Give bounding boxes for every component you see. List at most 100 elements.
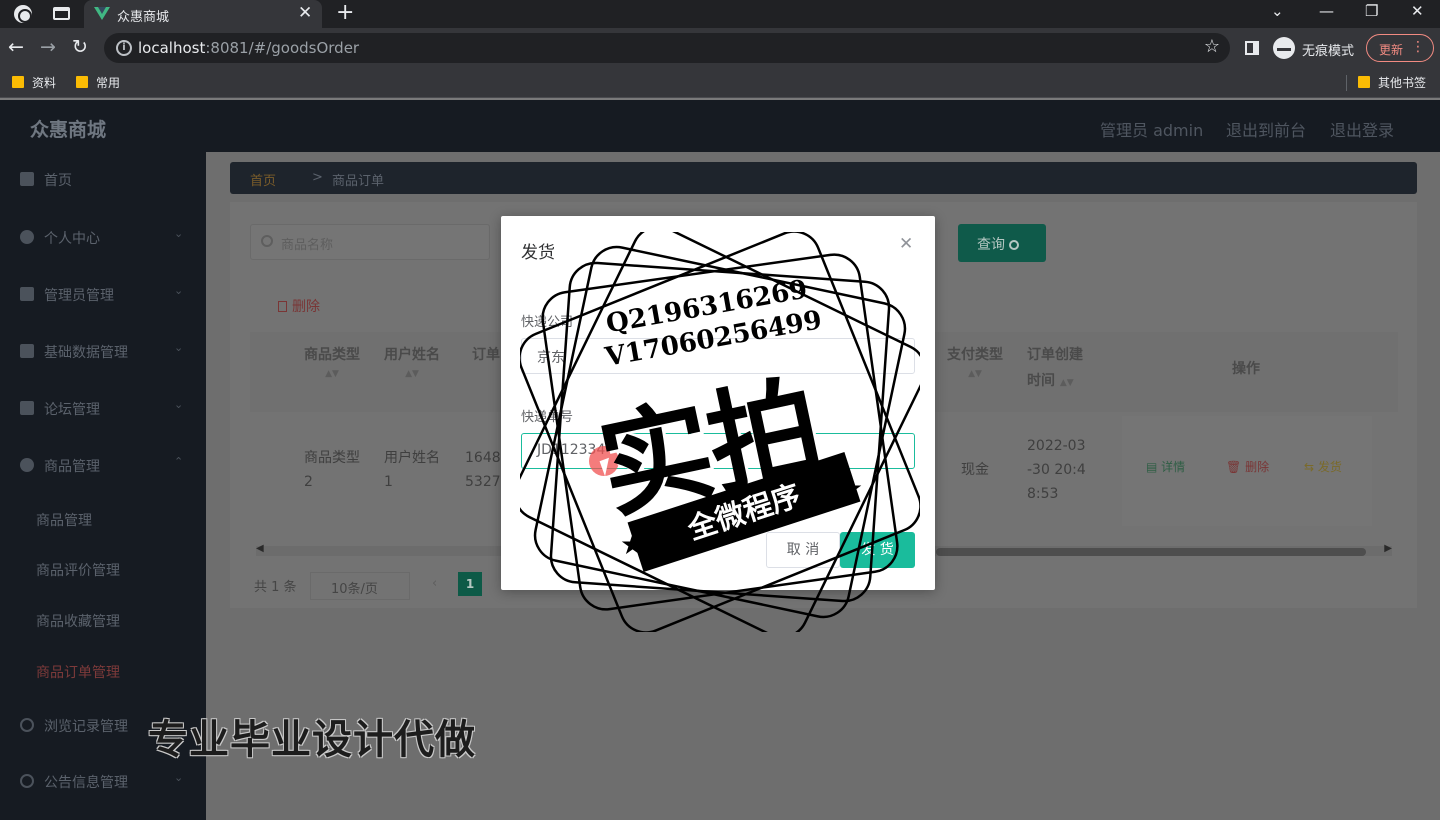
bar-chart-icon [20,401,34,415]
column-header-actions: 操作 [1232,361,1260,377]
query-button[interactable]: 查询 [958,224,1046,262]
forward-arrow-icon[interactable]: → [40,36,56,58]
column-header-goods-type[interactable]: 商品类型 ▲▼ [304,342,360,380]
page-number[interactable]: 1 [458,572,482,596]
search-icon [261,235,273,247]
app-brand: 众惠商城 [30,119,107,141]
column-header-created[interactable]: 订单创建时间 ▲▼ [1027,342,1089,396]
browser-toolbar: ← → ↻ i localhost:8081/#/goodsOrder ☆ 无痕… [0,28,1440,68]
minimize-icon[interactable]: — [1319,2,1334,20]
bookmarks-divider [1346,75,1347,91]
sidebar-item-label: 浏览记录管理 [44,719,128,735]
bookmark-star-icon[interactable]: ☆ [1204,36,1220,57]
incognito-label: 无痕模式 [1302,44,1355,59]
search-input[interactable]: 商品名称 [250,224,490,260]
sidebar-item-forum[interactable]: 论坛管理 ⌄ [0,389,206,429]
sidebar-item-profile[interactable]: 个人中心 ⌄ [0,218,206,258]
side-panel-icon[interactable] [1245,41,1259,55]
scroll-left-icon[interactable]: ◀ [256,543,264,554]
incognito-icon[interactable] [1273,37,1295,59]
current-user: 管理员 admin [1100,121,1204,140]
vue-favicon-icon [94,7,110,20]
chevron-down-icon: ⌄ [174,398,184,411]
column-header-pay-type[interactable]: 支付类型 ▲▼ [947,342,1003,380]
user-icon [20,230,34,244]
watermark-caption: 专业毕业设计代做 [148,717,476,763]
tab-list-chevron-icon[interactable]: ⌄ [1271,2,1284,20]
breadcrumb-current: 商品订单 [332,174,385,189]
card-icon [20,287,34,301]
breadcrumb: 首页 > 商品订单 [230,162,1417,194]
folder-icon [1358,76,1370,88]
restore-icon[interactable]: ❐ [1365,2,1378,20]
tab-close-icon[interactable]: ✕ [298,3,312,23]
menu-dots-icon[interactable]: ⋮ [1411,39,1425,55]
sidebar-item-home[interactable]: 首页 [0,160,206,200]
sidebar-item-label: 公告信息管理 [44,775,128,791]
sort-icon[interactable]: ▲▼ [384,368,440,380]
column-header-user-name[interactable]: 用户姓名 ▲▼ [384,342,440,380]
globe-icon[interactable] [14,5,32,23]
close-icon[interactable]: ✕ [899,234,913,254]
window-close-icon[interactable]: ✕ [1411,2,1424,20]
star-icon: ★ [620,528,646,561]
chevron-down-icon: ⌄ [174,341,184,354]
cell-pay-type: 现金 [961,462,989,478]
cell-created: 2022-03-30 20:48:53 [1027,438,1086,502]
search-icon [1009,240,1019,250]
detail-button[interactable]: ▤ 详情 [1146,458,1185,475]
sidebar-item-label: 商品管理 [44,459,100,475]
app-header: 众惠商城 管理员 admin 退出到前台 退出登录 [0,100,1440,152]
column-header-order-no[interactable]: 订单 [472,342,500,368]
back-arrow-icon[interactable]: ← [8,36,24,58]
home-icon [20,172,34,186]
reload-icon[interactable]: ↻ [72,36,88,58]
sidebar-item-notices[interactable]: 公告信息管理 ⌄ [0,762,206,802]
breadcrumb-home[interactable]: 首页 [250,170,276,189]
new-tab-icon[interactable]: + [336,0,354,25]
cancel-button[interactable]: 取 消 [766,532,840,568]
bookmark-folder[interactable]: 资料 [12,74,56,91]
sidebar-sub-goods-reviews[interactable]: 商品评价管理 [36,560,120,580]
ship-button[interactable]: ⇆ 发货 [1304,458,1342,475]
sort-icon[interactable]: ▲▼ [304,368,360,380]
dialog-title: 发货 [521,243,555,263]
sidebar-sub-goods[interactable]: 商品管理 [36,510,92,530]
chevron-down-icon: ⌄ [174,227,184,240]
update-button[interactable]: 更新 ⋮ [1366,34,1434,62]
url-text: localhost:8081/#/goodsOrder [138,39,360,57]
star-icon: ★ [838,472,864,505]
page-size-select[interactable]: 10条/页 [310,572,410,600]
sidebar-item-label: 管理员管理 [44,288,114,304]
sidebar-sub-goods-orders[interactable]: 商品订单管理 [36,662,120,682]
tab-search-icon[interactable] [53,7,70,20]
breadcrumb-separator: > [312,170,323,185]
sidebar-item-label: 论坛管理 [44,402,100,418]
sidebar-item-label: 基础数据管理 [44,345,128,361]
sidebar-sub-goods-favorites[interactable]: 商品收藏管理 [36,611,120,631]
sort-icon[interactable]: ▲▼ [947,368,1003,380]
other-bookmarks[interactable]: 其他书签 [1358,74,1426,91]
confirm-ship-button[interactable]: 发 货 [840,532,915,568]
company-label: 快递公司 [521,315,574,330]
bookmark-folder[interactable]: 常用 [76,74,120,91]
back-to-front-link[interactable]: 退出到前台 [1226,117,1306,141]
batch-delete-button[interactable]: 删除 [278,296,320,316]
sort-icon[interactable]: ▲▼ [1060,378,1074,388]
pagination-total: 共 1 条 [254,580,297,595]
chevron-down-icon: ⌄ [174,771,184,784]
list-icon [20,344,34,358]
folder-icon [12,76,24,88]
browser-tab-strip: 众惠商城 ✕ + ⌄ — ❐ ✕ [0,0,1440,28]
scroll-right-icon[interactable]: ▶ [1384,543,1392,554]
sidebar-item-label: 个人中心 [44,231,100,247]
sidebar-item-goods[interactable]: 商品管理 ⌃ [0,446,206,486]
sidebar-item-basic-data[interactable]: 基础数据管理 ⌄ [0,332,206,372]
address-bar[interactable]: i localhost:8081/#/goodsOrder ☆ [104,33,1230,63]
sidebar-item-admins[interactable]: 管理员管理 ⌄ [0,275,206,315]
scroll-thumb[interactable] [936,548,1366,556]
logout-link[interactable]: 退出登录 [1330,117,1394,141]
delete-button[interactable]: 🗑 删除 [1226,458,1269,475]
prev-page-icon[interactable]: ‹ [432,576,437,591]
site-info-icon[interactable]: i [116,40,132,56]
